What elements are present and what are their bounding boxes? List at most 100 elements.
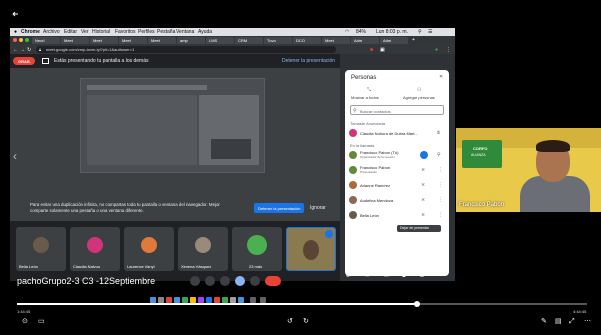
- menu-item[interactable]: Chrome: [21, 29, 40, 35]
- browser-tab[interactable]: CRM: [235, 37, 263, 44]
- raise-hand-icon[interactable]: ✋︎: [437, 130, 440, 136]
- menu-item[interactable]: Editar: [64, 29, 77, 35]
- add-people-icon[interactable]: ⚇: [417, 87, 421, 93]
- forward-icon[interactable]: →: [20, 47, 25, 53]
- new-tab-icon[interactable]: +: [412, 37, 415, 43]
- activities-icon[interactable]: ⧉: [402, 273, 406, 279]
- mic-off-icon[interactable]: ⨯: [421, 167, 425, 173]
- leave-call-button[interactable]: [265, 276, 281, 286]
- progress-handle[interactable]: [414, 301, 420, 307]
- browser-tab[interactable]: Adm: [351, 37, 379, 44]
- more-icon[interactable]: ⋮: [446, 47, 451, 53]
- ignore-button[interactable]: Ignorar: [310, 205, 326, 211]
- menu-item[interactable]: Archivo: [43, 29, 60, 35]
- browser-tab[interactable]: Meet: [119, 37, 147, 44]
- more-button[interactable]: [250, 276, 260, 286]
- people-icon[interactable]: ⚇: [365, 273, 369, 279]
- mic-off-icon[interactable]: ⨯: [421, 182, 425, 188]
- participant-row[interactable]: Claudia Nohora de Dubra Mart... ✋︎: [349, 128, 445, 139]
- participant-tile[interactable]: Laurence Vanyl: [124, 227, 174, 271]
- control-center-icon[interactable]: ☰: [428, 29, 432, 35]
- menu-item[interactable]: Historial: [92, 29, 110, 35]
- mic-off-icon[interactable]: ⨯: [421, 197, 425, 203]
- minimize-window-dot[interactable]: [19, 38, 23, 42]
- chat-icon[interactable]: ▭: [38, 318, 45, 326]
- mic-button[interactable]: [190, 276, 200, 286]
- more-options-icon[interactable]: ⋮: [438, 167, 443, 173]
- time-icon: ⏲: [346, 273, 350, 279]
- speed-icon[interactable]: ⊙: [22, 318, 28, 326]
- menu-item[interactable]: Pestaña: [157, 29, 175, 35]
- avatar: [349, 166, 357, 174]
- browser-tab[interactable]: Meet: [148, 37, 176, 44]
- participant-row[interactable]: Audelina Mendoza ⨯ ⋮: [349, 195, 445, 206]
- profile-icon[interactable]: ●: [435, 47, 438, 53]
- more-icon[interactable]: ⋯: [584, 318, 591, 326]
- show-all-icon[interactable]: ⤡: [367, 87, 371, 93]
- more-options-icon[interactable]: ⋮: [438, 212, 443, 218]
- participant-tile[interactable]: 23 más: [232, 227, 282, 271]
- close-window-dot[interactable]: [13, 38, 17, 42]
- video-progress-track[interactable]: [17, 301, 587, 307]
- extensions-icon[interactable]: ▣: [380, 47, 385, 53]
- captions-button[interactable]: [220, 276, 230, 286]
- show-all-button[interactable]: Mostrar a todos: [351, 95, 379, 100]
- browser-tab[interactable]: LMS: [206, 37, 234, 44]
- chat-icon[interactable]: ▭: [384, 273, 389, 279]
- browser-tab[interactable]: Adm: [380, 37, 408, 44]
- search-icon[interactable]: ⚲: [418, 29, 422, 35]
- reload-icon[interactable]: ↻: [27, 47, 31, 53]
- browser-tab[interactable]: Tuvo: [264, 37, 292, 44]
- browser-tab[interactable]: DCO: [293, 37, 321, 44]
- draw-icon[interactable]: ✎: [541, 318, 547, 326]
- participant-tile[interactable]: Bella León: [16, 227, 66, 271]
- avatar: [349, 196, 357, 204]
- record-badge: GRAB.: [13, 57, 35, 65]
- previous-arrow-icon[interactable]: ‹: [13, 150, 17, 162]
- add-people-button[interactable]: Agregar personas: [403, 95, 435, 100]
- captions-icon[interactable]: ▤: [555, 318, 562, 326]
- menu-item[interactable]: Ventana: [176, 29, 194, 35]
- avatar: [87, 237, 103, 253]
- participant-row[interactable]: Arianne Ramírez ⨯ ⋮: [349, 180, 445, 191]
- camera-button[interactable]: [205, 276, 215, 286]
- participant-tile[interactable]: Ximena Vásquez: [178, 227, 228, 271]
- participant-row[interactable]: Francisco Pabon (Tú) Organizador de la r…: [349, 150, 445, 161]
- stop-presenting-link[interactable]: Detener la presentación: [282, 58, 335, 64]
- shared-screen: ● Chrome Archivo Editar Ver Historial Fa…: [10, 28, 455, 281]
- close-icon[interactable]: ✕: [439, 74, 443, 80]
- self-tile[interactable]: [286, 227, 336, 271]
- participant-row[interactable]: Bella León ⨯ ⋮: [349, 210, 445, 221]
- pin-icon[interactable]: ⚲: [437, 152, 441, 158]
- more-options-icon[interactable]: ⋮: [438, 197, 443, 203]
- section-label: En la llamada: [350, 143, 375, 148]
- forward-icon[interactable]: ↻: [303, 318, 309, 326]
- browser-tab[interactable]: amp: [177, 37, 205, 44]
- apple-icon[interactable]: ●: [14, 29, 17, 35]
- menu-item[interactable]: Ayuda: [198, 29, 212, 35]
- rewind-icon[interactable]: ↺: [287, 318, 293, 326]
- search-input[interactable]: ⚲ Buscar contactos: [350, 105, 444, 115]
- browser-tab[interactable]: Meet: [61, 37, 89, 44]
- participant-row[interactable]: Francisco Pabon Presentando ⨯ ⋮: [349, 165, 445, 176]
- menu-item[interactable]: Favoritos: [115, 29, 136, 35]
- url-field[interactable]: 🔒︎ meet.google.com/zmp-tovm-tyl?pli=1&au…: [36, 46, 336, 53]
- menu-item[interactable]: Ver: [81, 29, 89, 35]
- browser-tab[interactable]: Meet: [90, 37, 118, 44]
- extensions-icon[interactable]: ■: [370, 47, 373, 53]
- mic-off-icon[interactable]: ⨯: [421, 212, 425, 218]
- browser-tab[interactable]: Neuri: [32, 37, 60, 44]
- lock-icon[interactable]: ⚿: [420, 273, 424, 279]
- wifi-icon[interactable]: ◠: [345, 29, 349, 35]
- menu-item[interactable]: Perfiles: [138, 29, 155, 35]
- browser-tab[interactable]: Meet: [322, 37, 350, 44]
- back-icon[interactable]: ←: [13, 47, 18, 53]
- participant-tile[interactable]: Claudia Nalvuu: [70, 227, 120, 271]
- avatar: [33, 237, 49, 253]
- more-options-icon[interactable]: ⋮: [438, 182, 443, 188]
- back-arrow-icon[interactable]: [12, 5, 20, 17]
- stop-presenting-button[interactable]: Detener la presentación: [254, 203, 304, 213]
- present-button[interactable]: [235, 276, 245, 286]
- maximize-window-dot[interactable]: [25, 38, 29, 42]
- fullscreen-icon[interactable]: ⤢: [569, 318, 575, 326]
